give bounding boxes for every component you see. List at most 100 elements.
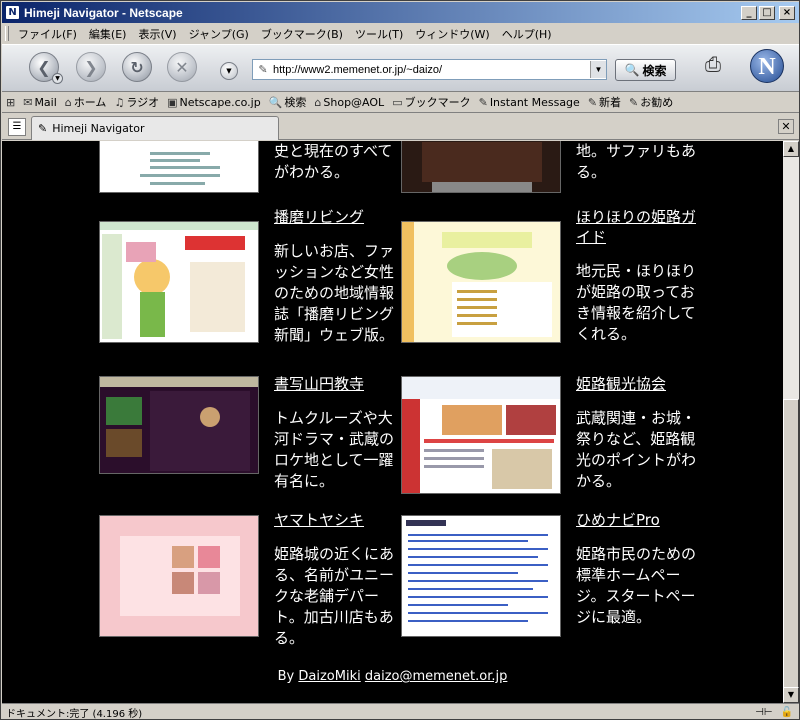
print-icon[interactable]: ⎙ (698, 49, 728, 79)
personal-label: ラジオ (126, 96, 160, 109)
site-thumbnail[interactable] (99, 515, 259, 637)
email-link[interactable]: daizo@memenet.or.jp (365, 669, 508, 684)
personal-item-im[interactable]: ✎ Instant Message (475, 96, 584, 109)
personal-label: Shop@AOL (323, 95, 385, 109)
title-bar: N Himeji Navigator - Netscape _ □ × (2, 2, 799, 23)
url-history-dropdown[interactable]: ▼ (220, 62, 238, 80)
menu-view[interactable]: 表示(V) (132, 26, 182, 42)
netscape-app-icon: N (5, 5, 20, 20)
magnifier-icon: 🔍 (624, 63, 640, 77)
menu-file[interactable]: ファイル(F) (12, 26, 83, 42)
menu-bar: ファイル(F) 編集(E) 表示(V) ジャンプ(G) ブックマーク(B) ツー… (2, 24, 799, 43)
personal-item-search[interactable]: 🔍 検索 (265, 94, 311, 110)
site-link[interactable]: 播磨リビング (274, 207, 364, 227)
forward-button[interactable]: ❯ (76, 52, 106, 82)
scroll-up-button[interactable]: ▲ (783, 141, 799, 157)
close-tab-button[interactable]: ✕ (778, 119, 794, 134)
search-button[interactable]: 🔍 検索 (615, 59, 676, 81)
stop-icon: ✕ (175, 57, 189, 77)
stop-button[interactable]: ✕ (167, 52, 197, 82)
bookmark-link-icon: ✎ (587, 95, 598, 109)
site-link[interactable]: ほりほりの姫路ガイド (576, 207, 696, 247)
site-thumbnail[interactable] (401, 515, 561, 637)
site-thumbnail[interactable] (401, 221, 561, 343)
window-list-icon: ⊞ (6, 95, 16, 109)
page-content: 史と現在のすべてがわかる。 地。サファリもある。 播磨リビング 新しいお店、ファ… (2, 141, 783, 703)
site-description: トムクルーズや大河ドラマ・武蔵のロケ地として一躍有名に。 (274, 409, 395, 490)
my-icon: ▣ (167, 95, 178, 109)
footer-by: By (277, 669, 295, 684)
site-thumbnail[interactable] (99, 141, 259, 193)
personal-item-netscape[interactable]: ▣ Netscape.co.jp (163, 96, 265, 109)
site-thumbnail[interactable] (99, 221, 259, 343)
search-icon: 🔍 (268, 95, 283, 109)
close-button[interactable]: × (779, 5, 795, 20)
personal-item-radio[interactable]: ♫ ラジオ (110, 94, 163, 110)
url-bar[interactable]: ✎ http://www2.memenet.or.jp/~daizo/ ▼ (252, 59, 607, 80)
page-footer: By DaizoMiki daizo@memenet.or.jp (2, 669, 783, 684)
connection-icon: ⊣⊢ (755, 706, 773, 718)
mail-icon: ✉ (23, 95, 33, 109)
url-input[interactable]: http://www2.memenet.or.jp/~daizo/ (273, 64, 590, 76)
navigation-toolbar: ❮ ▼ ❯ ↻ ✕ ▼ ✎ http://www2.memenet.or.jp/… (2, 44, 799, 92)
maximize-button[interactable]: □ (759, 5, 775, 20)
personal-item-new[interactable]: ✎ 新着 (584, 94, 625, 110)
personal-item-bookmarks[interactable]: ▭ ブックマーク (388, 94, 474, 110)
back-dropdown-icon[interactable]: ▼ (52, 73, 63, 84)
search-button-label: 検索 (642, 63, 667, 78)
personal-item-mail[interactable]: ✉ Mail (19, 96, 61, 109)
site-thumbnail[interactable] (99, 376, 259, 474)
menu-help[interactable]: ヘルプ(H) (496, 26, 558, 42)
browser-window: N Himeji Navigator - Netscape _ □ × ファイル… (0, 0, 800, 720)
scroll-thumb[interactable] (783, 399, 799, 689)
new-tab-icon[interactable]: ☰ (8, 118, 26, 136)
menu-edit[interactable]: 編集(E) (83, 26, 133, 42)
tab-himeji-navigator[interactable]: ✎ Himeji Navigator (31, 116, 279, 140)
shop-icon: ⌂ (314, 95, 322, 109)
site-thumbnail[interactable] (401, 376, 561, 494)
site-description: 武蔵関連・お城・祭りなど、姫路観光のポイントがわかる。 (576, 409, 697, 490)
minimize-button[interactable]: _ (741, 5, 757, 20)
site-link[interactable]: 書写山円教寺 (274, 374, 364, 394)
scroll-down-button[interactable]: ▼ (783, 687, 799, 703)
menu-grip (5, 26, 9, 41)
site-link[interactable]: 姫路観光協会 (576, 374, 666, 394)
site-description: 地元民・ほりほりが姫路の取っておき情報を紹介してくれる。 (576, 262, 697, 343)
personal-label: お勧め (640, 96, 674, 109)
url-dropdown-icon[interactable]: ▼ (590, 61, 606, 78)
personal-label: Mail (34, 95, 57, 109)
reload-button[interactable]: ↻ (122, 52, 152, 82)
bookmark-icon: ▭ (392, 95, 403, 109)
site-description: 地。サファリもある。 (576, 142, 697, 181)
site-link[interactable]: ひめナビPro (576, 510, 660, 530)
personal-label: ブックマーク (404, 96, 471, 109)
personal-toolbar: ⊞ ✉ Mail ⌂ ホーム ♫ ラジオ ▣ Netscape.co.jp 🔍 検索 ⌂ S… (2, 92, 799, 113)
menu-go[interactable]: ジャンプ(G) (183, 26, 255, 42)
personal-item-home[interactable]: ⌂ ホーム (61, 94, 111, 110)
personal-label: 検索 (284, 96, 307, 109)
site-description: 新しいお店、ファッションなど女性のための地域情報誌「播磨リビング新聞」ウェブ版。 (274, 242, 395, 344)
home-tab-button[interactable]: ⊞ (2, 96, 19, 109)
site-thumbnail[interactable] (401, 141, 561, 193)
menu-window[interactable]: ウィンドウ(W) (409, 26, 495, 42)
menu-bookmarks[interactable]: ブックマーク(B) (255, 26, 349, 42)
author-link[interactable]: DaizoMiki (298, 669, 360, 684)
page-link-icon[interactable]: ✎ (255, 63, 271, 76)
menu-tools[interactable]: ツール(T) (349, 26, 409, 42)
security-lock-icon[interactable]: 🔓 (781, 707, 793, 718)
site-link[interactable]: ヤマトヤシキ (274, 510, 364, 530)
back-button[interactable]: ❮ ▼ (29, 52, 63, 84)
bookmark-link-icon: ✎ (629, 95, 639, 109)
radio-icon: ♫ (114, 95, 125, 109)
vertical-scrollbar[interactable]: ▲ ▼ (783, 141, 799, 703)
reload-icon: ↻ (130, 57, 144, 77)
back-arrow-icon: ❮ (37, 57, 51, 77)
bookmark-link-icon: ✎ (478, 95, 488, 109)
personal-label: Instant Message (489, 95, 580, 109)
window-title: Himeji Navigator - Netscape (24, 5, 183, 20)
tab-label: Himeji Navigator (52, 122, 145, 135)
personal-item-shop[interactable]: ⌂ Shop@AOL (310, 96, 388, 109)
personal-item-recommend[interactable]: ✎ お勧め (625, 94, 677, 110)
status-bar: ドキュメント:完了 (4.196 秒) ⊣⊢ 🔓 (2, 703, 799, 720)
netscape-logo-icon[interactable]: N (750, 49, 784, 83)
